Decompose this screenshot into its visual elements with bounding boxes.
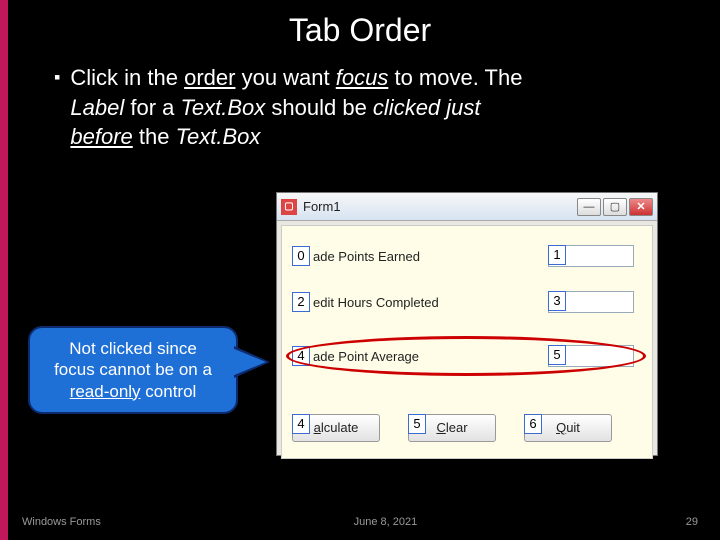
titlebar: ▢ Form1 — ▢ ✕ xyxy=(277,193,657,221)
footer-date: June 8, 2021 xyxy=(354,516,418,528)
tab-index-badge: 0 xyxy=(292,246,310,266)
form-row: 0 ade Points Earned 1 xyxy=(292,246,642,266)
accent-bar xyxy=(0,0,8,540)
tab-index-badge: 5 xyxy=(548,345,566,365)
clear-button[interactable]: 5 Clear xyxy=(408,414,496,442)
bullet-text: ▪ Click in the order you want focus to m… xyxy=(0,55,720,152)
tab-index-badge: 2 xyxy=(292,292,310,312)
calculate-button[interactable]: 4 alculate xyxy=(292,414,380,442)
callout-bubble: Not clicked since focus cannot be on a r… xyxy=(28,326,238,414)
tab-index-badge: 4 xyxy=(292,414,310,434)
form-row: 4 ade Point Average 5 xyxy=(292,346,642,366)
slide-title: Tab Order xyxy=(0,0,720,55)
textbox[interactable]: 3 xyxy=(548,291,634,313)
form-row: 2 edit Hours Completed 3 xyxy=(292,292,642,312)
form-icon: ▢ xyxy=(281,199,297,215)
tab-index-badge: 5 xyxy=(408,414,426,434)
tab-index-badge: 6 xyxy=(524,414,542,434)
form-body: 0 ade Points Earned 1 2 edit Hours Compl… xyxy=(281,225,653,459)
textbox[interactable]: 1 xyxy=(548,245,634,267)
button-row: 4 alculate 5 Clear 6 Quit xyxy=(292,414,612,442)
tab-index-badge: 1 xyxy=(548,245,566,265)
callout-arrow-icon xyxy=(232,348,266,376)
textbox-readonly: 5 xyxy=(548,345,634,367)
tab-index-badge: 4 xyxy=(292,346,310,366)
minimize-button[interactable]: — xyxy=(577,198,601,216)
maximize-button[interactable]: ▢ xyxy=(603,198,627,216)
footer-left: Windows Forms xyxy=(22,516,101,528)
bullet-marker: ▪ xyxy=(54,63,60,152)
form-window: ▢ Form1 — ▢ ✕ 0 ade Points Earned 1 2 ed… xyxy=(276,192,658,456)
close-button[interactable]: ✕ xyxy=(629,198,653,216)
tab-index-badge: 3 xyxy=(548,291,566,311)
form-title: Form1 xyxy=(303,199,577,214)
quit-button[interactable]: 6 Quit xyxy=(524,414,612,442)
slide-number: 29 xyxy=(686,516,698,528)
